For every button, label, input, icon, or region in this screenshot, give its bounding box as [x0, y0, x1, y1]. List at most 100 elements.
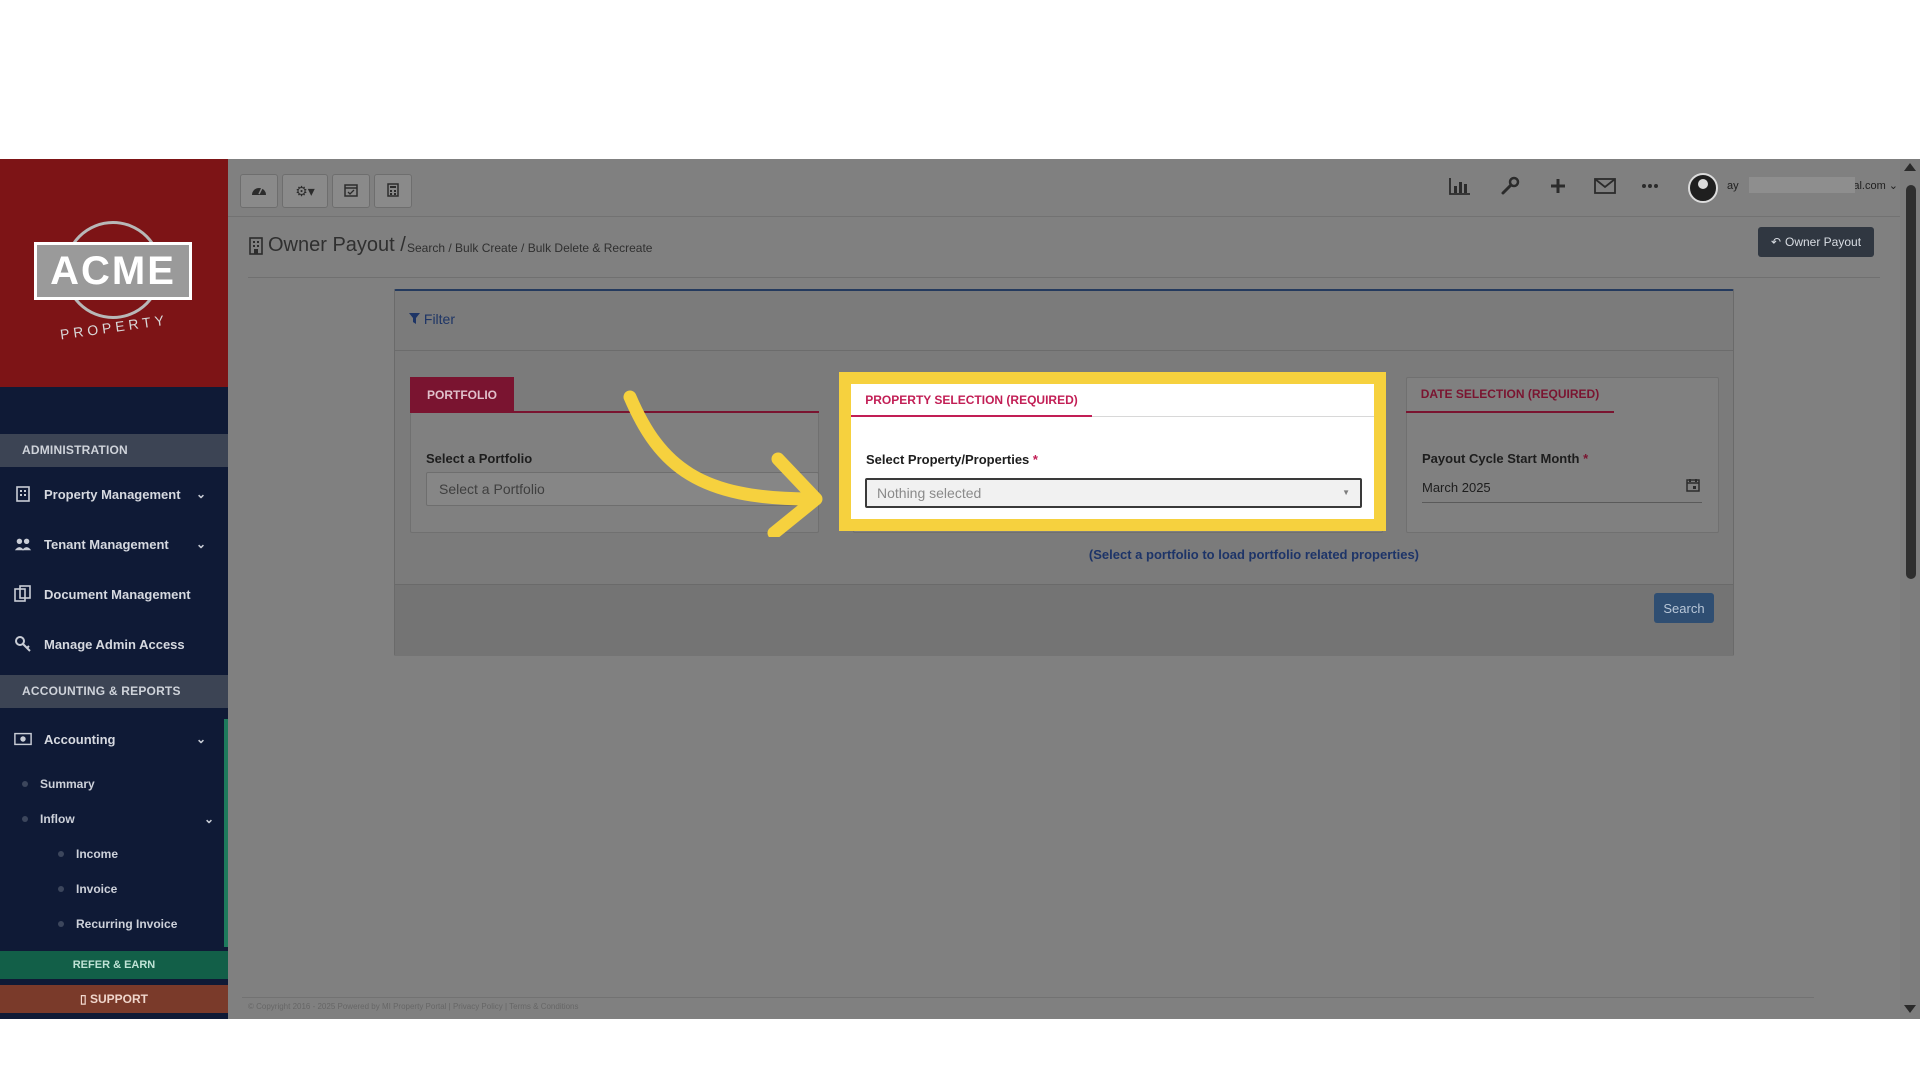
pointer-arrow-icon: [623, 390, 823, 537]
sidebar-item-label: Accounting: [44, 731, 116, 747]
support-label: SUPPORT: [89, 992, 148, 1006]
tab-underline: [1092, 416, 1374, 417]
bar-chart-icon[interactable]: [1445, 171, 1475, 201]
date-label-text: Payout Cycle Start Month: [1422, 451, 1580, 466]
plus-icon[interactable]: [1543, 171, 1573, 201]
redaction-mask: [1749, 177, 1855, 193]
sidebar-sub-invoice[interactable]: Invoice: [58, 874, 248, 904]
building-icon: [249, 237, 263, 260]
sidebar-sub-label: Inflow: [40, 812, 75, 826]
tree-dot: [58, 921, 64, 927]
sidebar-item-accounting[interactable]: Accounting ⌄: [0, 714, 228, 764]
caret-down-icon: ▼: [1342, 488, 1350, 497]
filter-icon: [409, 311, 424, 327]
key-icon: [14, 635, 32, 653]
sidebar-sub-label: Income: [76, 847, 119, 861]
sidebar-sub-summary[interactable]: Summary: [22, 769, 212, 799]
calendar-button[interactable]: [332, 174, 370, 208]
title-separator: /: [400, 234, 406, 256]
filter-header: Filter: [395, 291, 1733, 351]
chevron-down-icon: ⌄: [195, 537, 206, 551]
tree-dot: [22, 781, 28, 787]
sidebar-sub-inflow[interactable]: Inflow ⌄: [22, 804, 214, 834]
sidebar-item-manage-admin-access[interactable]: Manage Admin Access: [0, 619, 228, 669]
tree-dot: [58, 851, 64, 857]
mail-icon[interactable]: [1590, 171, 1620, 201]
sidebar-item-property-management[interactable]: Property Management ⌄: [0, 469, 228, 519]
required-mark: *: [1583, 451, 1589, 466]
dashboard-icon: [251, 183, 267, 199]
tab-property-selection[interactable]: PROPERTY SELECTION (REQUIRED): [851, 384, 1092, 417]
owner-payout-button-label: Owner Payout: [1785, 235, 1862, 249]
calculator-button[interactable]: [374, 174, 412, 208]
page-title-text: Owner Payout: [268, 234, 395, 256]
breadcrumb[interactable]: Search / Bulk Create / Bulk Delete & Rec…: [407, 241, 652, 255]
tree-dot: [58, 886, 64, 892]
gear-icon: ⚙▾: [295, 182, 315, 199]
reply-arrow-icon: ↶: [1770, 235, 1781, 249]
owner-payout-back-button[interactable]: ↶ Owner Payout: [1758, 227, 1874, 257]
calculator-icon: [387, 182, 399, 200]
sidebar-item-label: Manage Admin Access: [44, 636, 185, 652]
sidebar-sub-income[interactable]: Income: [58, 839, 248, 869]
calendar-icon[interactable]: [1686, 478, 1700, 497]
property-label: Select Property/Properties *: [866, 452, 1038, 467]
chevron-down-icon: ⌄: [1885, 180, 1899, 192]
topbar: ⚙▾ ay rtal.com ⌄: [228, 159, 1900, 217]
tab-date-selection[interactable]: DATE SELECTION (REQUIRED): [1406, 377, 1614, 413]
sidebar-item-label: Tenant Management: [44, 536, 169, 552]
scroll-thumb[interactable]: [1906, 185, 1916, 579]
sidebar-sub-label: Summary: [40, 777, 95, 791]
scroll-up-icon[interactable]: [1904, 163, 1916, 171]
scroll-down-icon[interactable]: [1904, 1005, 1916, 1013]
sidebar-sub-label: Recurring Invoice: [76, 917, 178, 931]
filter-footer: [395, 584, 1733, 656]
app-window: ACME PROPERTY ADMINISTRATION Property Ma…: [0, 159, 1920, 1019]
date-label: Payout Cycle Start Month *: [1422, 451, 1588, 466]
users-icon: [14, 535, 32, 553]
support-button[interactable]: ▯ SUPPORT: [0, 985, 228, 1013]
support-icon: ▯: [80, 992, 90, 1006]
sidebar-item-document-management[interactable]: Document Management: [0, 569, 228, 619]
email-prefix: ay: [1727, 180, 1739, 192]
sidebar: ACME PROPERTY ADMINISTRATION Property Ma…: [0, 159, 228, 1019]
documents-icon: [14, 585, 32, 603]
chevron-down-icon: ⌄: [195, 732, 206, 746]
date-input[interactable]: March 2025: [1422, 473, 1702, 503]
property-select-value: Nothing selected: [877, 485, 982, 501]
filter-title: Filter: [423, 311, 456, 327]
logo[interactable]: ACME PROPERTY: [0, 159, 228, 387]
footer-copyright: © Copyright 2016 - 2025 Powered by MI Pr…: [248, 1002, 579, 1011]
sidebar-sub-recurring-invoice[interactable]: Recurring Invoice: [58, 909, 248, 939]
calendar-icon: [344, 183, 358, 200]
sidebar-item-label: Document Management: [44, 586, 191, 602]
more-icon[interactable]: [1635, 171, 1665, 201]
section-accounting-reports: ACCOUNTING & REPORTS: [0, 675, 228, 708]
sidebar-item-tenant-management[interactable]: Tenant Management ⌄: [0, 519, 228, 569]
wrench-icon[interactable]: [1495, 171, 1525, 201]
tab-portfolio[interactable]: PORTFOLIO: [410, 377, 514, 413]
footer-divider: [242, 997, 1814, 998]
refer-earn-button[interactable]: REFER & EARN: [0, 951, 228, 979]
property-selection-highlight: PROPERTY SELECTION (REQUIRED) Select Pro…: [839, 372, 1386, 531]
settings-button[interactable]: ⚙▾: [282, 174, 328, 208]
portfolio-hint: (Select a portfolio to load portfolio re…: [1088, 547, 1419, 562]
title-divider: [248, 277, 1880, 278]
date-value: March 2025: [1422, 480, 1491, 495]
sidebar-item-label: Property Management: [44, 486, 181, 502]
page-title: Owner Payout /: [268, 234, 406, 257]
page-scrollbar[interactable]: [1900, 159, 1920, 1019]
property-select[interactable]: Nothing selected ▼: [865, 478, 1362, 508]
avatar[interactable]: [1688, 173, 1718, 203]
required-mark: *: [1032, 452, 1038, 467]
chevron-down-icon: ⌄: [195, 487, 206, 501]
chevron-down-icon: ⌄: [203, 812, 214, 826]
section-administration: ADMINISTRATION: [0, 434, 228, 467]
dashboard-button[interactable]: [240, 174, 278, 208]
active-indicator: [224, 719, 228, 947]
tree-dot: [22, 816, 28, 822]
search-button[interactable]: Search: [1654, 593, 1714, 623]
portfolio-label: Select a Portfolio: [426, 451, 533, 466]
filter-toggle[interactable]: Filter: [409, 311, 455, 327]
logo-brand: ACME: [50, 249, 176, 293]
